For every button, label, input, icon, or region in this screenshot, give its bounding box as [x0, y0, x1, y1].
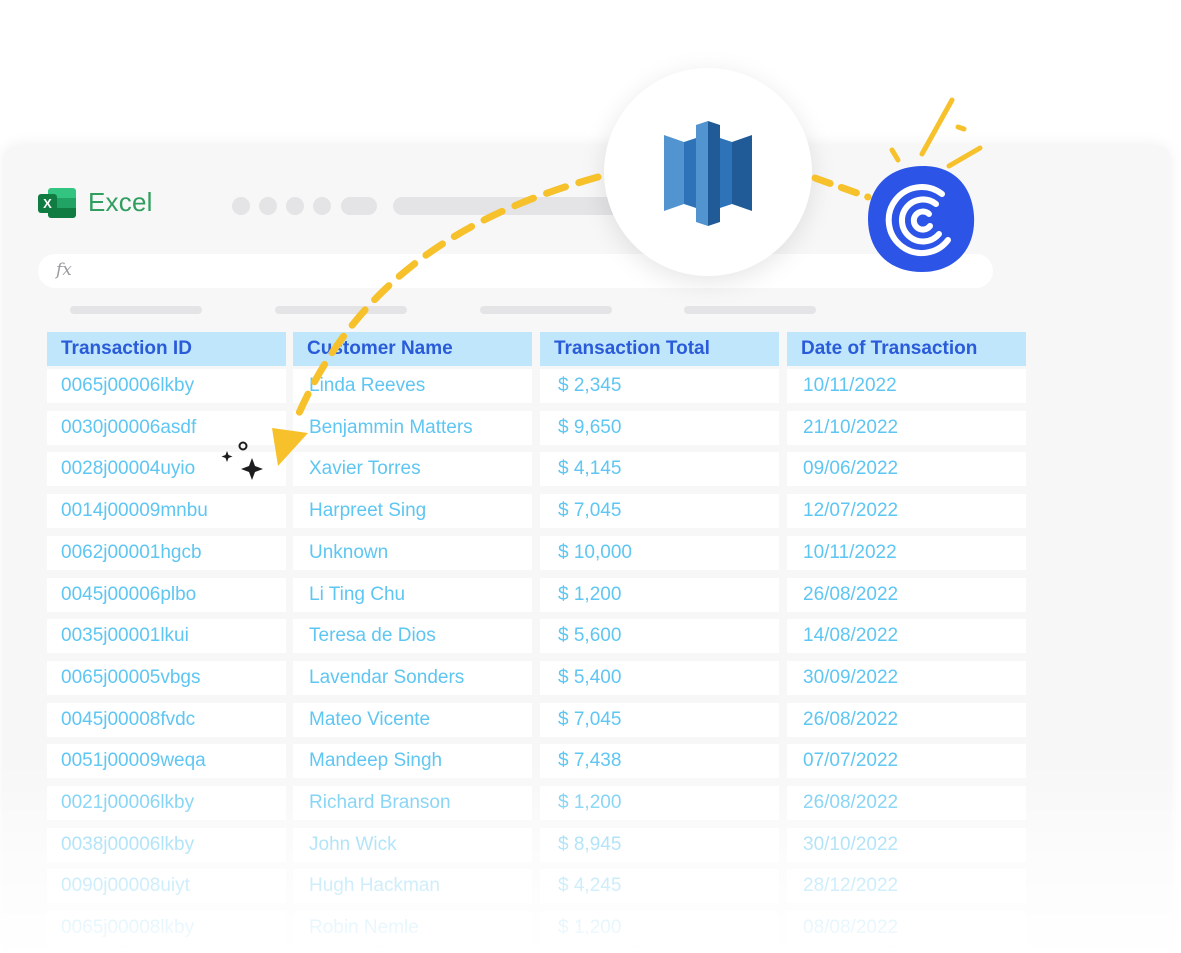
- connector-dash: [811, 174, 872, 201]
- flow-overlay: [221, 97, 983, 480]
- yellow-arrow: [292, 173, 602, 424]
- sparkle-icon: [221, 441, 263, 480]
- arrow-head-icon: [272, 428, 308, 466]
- spark-lines-icon: [889, 97, 983, 169]
